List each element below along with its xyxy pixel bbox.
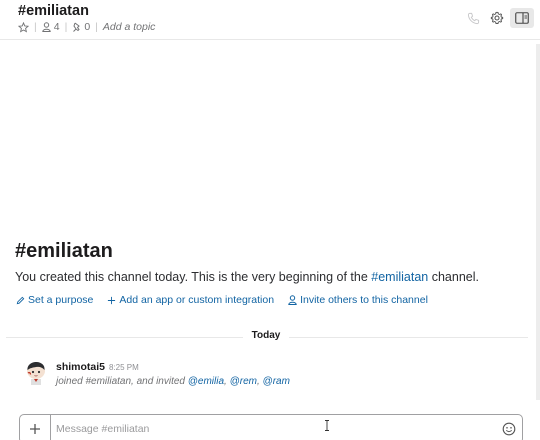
channel-settings-button[interactable] <box>485 8 509 28</box>
invite-others-link[interactable]: Invite others to this channel <box>288 294 428 306</box>
message-body: joined #emiliatan, and invited @emilia, … <box>56 376 290 387</box>
emoji-button[interactable] <box>502 422 516 436</box>
smiley-icon <box>502 422 516 436</box>
meta-separator: | <box>34 21 37 33</box>
meta-separator: | <box>64 21 68 33</box>
pencil-icon <box>16 296 28 305</box>
scrollbar[interactable] <box>536 44 540 400</box>
plus-icon <box>107 296 119 305</box>
message-composer[interactable]: Message #emiliatan <box>19 414 523 440</box>
message-timestamp[interactable]: 8:25 PM <box>109 363 139 372</box>
plus-icon <box>29 423 41 435</box>
channel-meta: | 4 | 0 | Add a topic <box>18 21 155 33</box>
star-icon[interactable] <box>18 21 29 33</box>
intro-title: #emiliatan <box>15 240 113 262</box>
intro-text-prefix: You created this channel today. This is … <box>15 270 372 284</box>
member-count[interactable]: 4 <box>41 21 60 33</box>
pinned-count-value: 0 <box>84 21 91 33</box>
member-count-value: 4 <box>53 21 60 33</box>
pinned-count[interactable]: 0 <box>72 21 90 33</box>
add-integration-label: Add an app or custom integration <box>119 294 275 306</box>
call-button[interactable] <box>461 8 485 28</box>
invite-others-label: Invite others to this channel <box>300 294 428 306</box>
intro-actions: Set a purpose Add an app or custom integ… <box>16 294 442 306</box>
intro-text-suffix: channel. <box>428 270 479 284</box>
person-icon <box>41 22 51 32</box>
call-icon <box>467 12 480 25</box>
message-text: joined #emiliatan, and invited <box>56 376 188 387</box>
meta-separator: | <box>95 21 98 33</box>
person-icon <box>288 295 300 305</box>
avatar[interactable] <box>25 361 47 385</box>
set-purpose-link[interactable]: Set a purpose <box>16 294 93 306</box>
mention-link[interactable]: @ram <box>263 376 290 387</box>
intro-text: You created this channel today. This is … <box>15 270 479 284</box>
attach-button[interactable] <box>20 415 51 440</box>
add-topic-link[interactable]: Add a topic <box>103 21 156 33</box>
add-integration-link[interactable]: Add an app or custom integration <box>107 294 274 306</box>
intro-channel-link[interactable]: #emiliatan <box>371 270 428 284</box>
toggle-details-button[interactable] <box>510 8 534 28</box>
message-author[interactable]: shimotai5 <box>56 361 105 373</box>
channel-title[interactable]: #emiliatan <box>18 3 89 19</box>
set-purpose-label: Set a purpose <box>28 294 94 306</box>
gear-icon <box>490 11 504 25</box>
channel-header: #emiliatan | 4 | 0 | Add a topic <box>0 0 540 40</box>
pin-icon <box>72 22 81 32</box>
header-actions <box>461 8 534 28</box>
message-input[interactable]: Message #emiliatan <box>56 423 149 435</box>
details-panel-icon <box>515 12 529 24</box>
text-cursor-icon <box>324 418 330 431</box>
mention-link[interactable]: @emilia <box>188 376 224 387</box>
day-divider-label: Today <box>243 330 289 341</box>
mention-link[interactable]: @rem <box>230 376 257 387</box>
